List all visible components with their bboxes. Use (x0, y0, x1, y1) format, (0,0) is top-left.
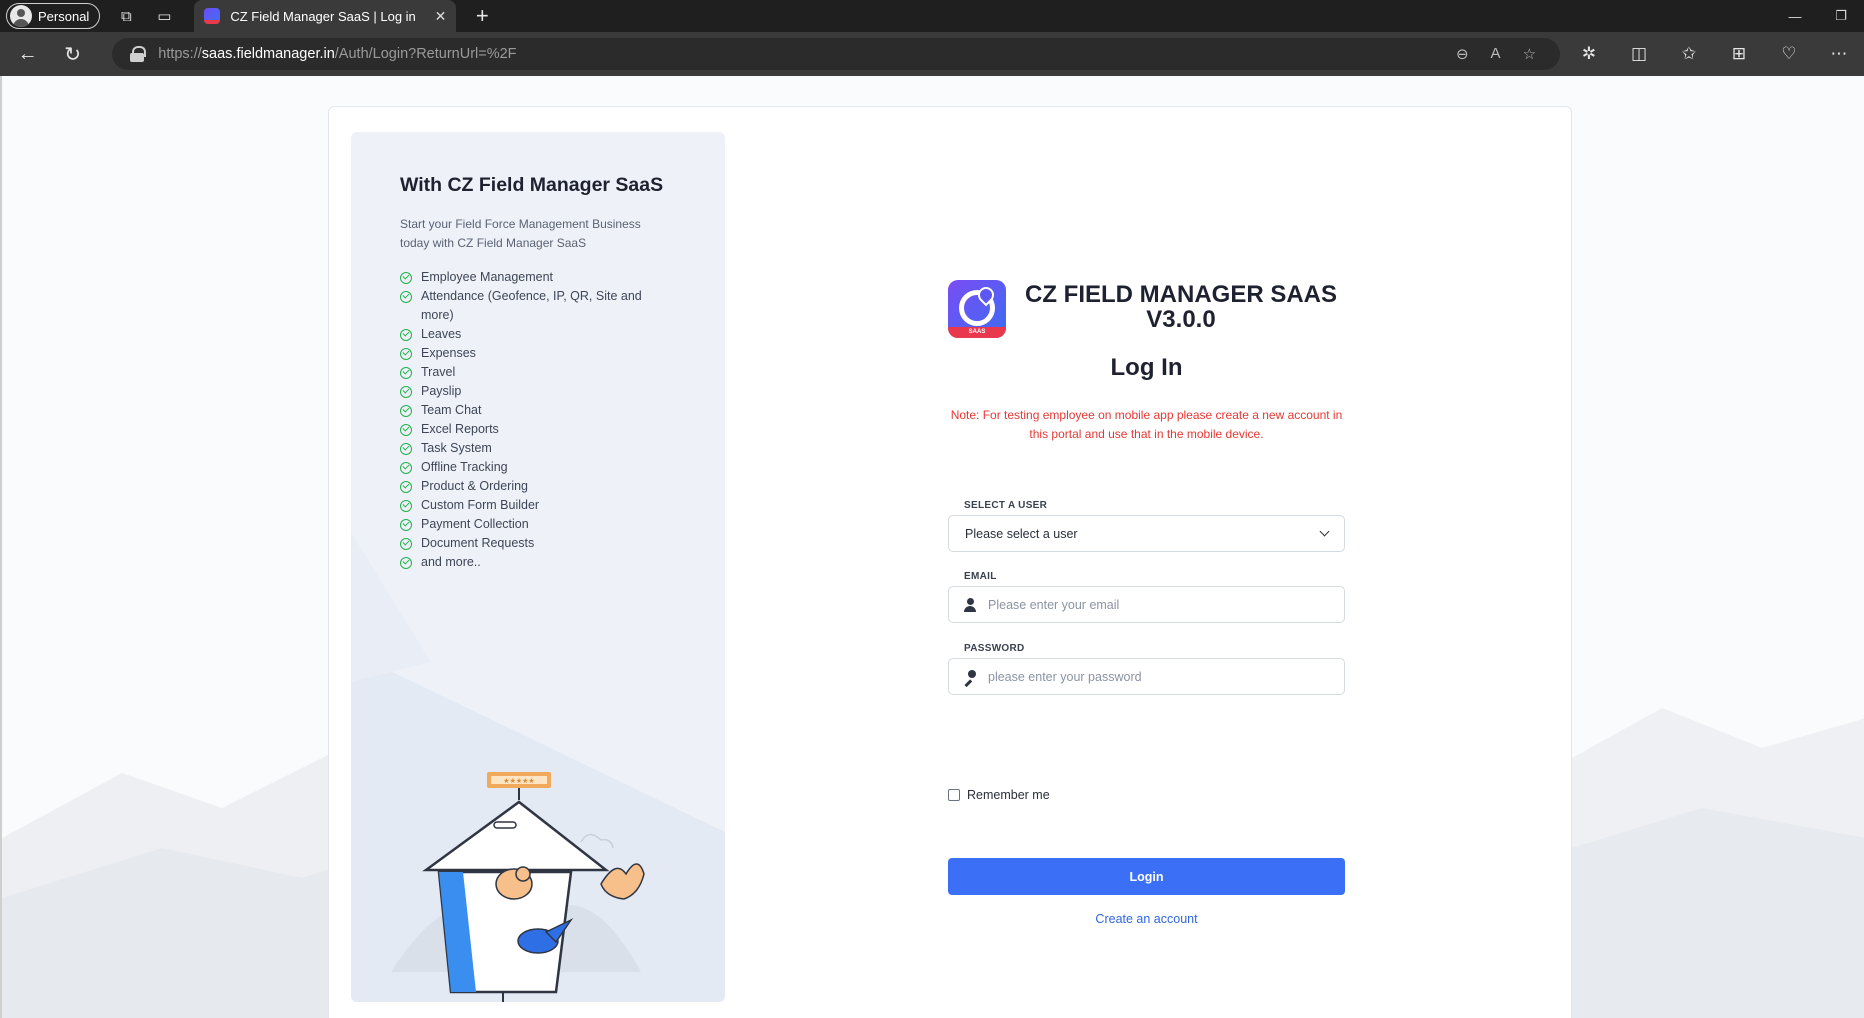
check-circle-icon (400, 347, 412, 360)
zoom-icon[interactable]: ⊖ (1456, 45, 1469, 63)
key-icon (963, 669, 977, 684)
favorite-star-icon[interactable]: ☆ (1523, 45, 1536, 63)
brand-name: CZ FIELD MANAGER SAAS V3.0.0 (1016, 282, 1346, 332)
extensions-icon[interactable]: ✲ (1564, 44, 1614, 64)
back-icon[interactable]: ← (8, 36, 47, 72)
vertical-tabs-icon[interactable]: ▭ (148, 0, 180, 32)
check-circle-icon (400, 518, 412, 531)
create-account-link[interactable]: Create an account (948, 912, 1345, 926)
check-circle-icon (400, 366, 412, 379)
collections-icon[interactable]: ⊞ (1714, 44, 1764, 64)
url-host: saas.fieldmanager.in (201, 46, 335, 62)
favorites-icon[interactable]: ✩ (1664, 44, 1714, 64)
svg-text:★★★★★: ★★★★★ (503, 777, 534, 785)
split-screen-icon[interactable]: ◫ (1614, 44, 1664, 64)
check-circle-icon (400, 290, 412, 303)
login-button[interactable]: Login (948, 858, 1345, 895)
page-title: Log In (1110, 354, 1183, 381)
profile-label: Personal (38, 8, 90, 24)
user-select[interactable]: Please select a user (948, 515, 1345, 552)
more-menu-icon[interactable]: ⋯ (1814, 44, 1864, 64)
feature-item: Employee Management (400, 268, 670, 287)
promo-title: With CZ Field Manager SaaS (400, 174, 664, 196)
window-controls: — ❐ (1772, 0, 1864, 32)
tab-active[interactable]: CZ Field Manager SaaS | Log in ✕ (194, 0, 457, 32)
check-circle-icon (400, 499, 412, 512)
chevron-down-icon (1319, 526, 1330, 537)
url-scheme: https:// (158, 46, 202, 62)
feature-item: Expenses (400, 344, 670, 363)
check-circle-icon (400, 442, 412, 455)
profile-button[interactable]: Personal (6, 3, 101, 29)
workspaces-icon[interactable]: ⧉ (110, 0, 142, 32)
feature-item: Product & Ordering (400, 477, 670, 496)
tab-favicon-icon (204, 8, 221, 24)
browser-tab-bar: Personal ⧉ ▭ CZ Field Manager SaaS | Log… (0, 0, 1864, 32)
address-bar-row: ← ↻ https://saas.fieldmanager.in/Auth/Lo… (0, 32, 1864, 76)
tab-title: CZ Field Manager SaaS | Log in (230, 8, 416, 24)
check-circle-icon (400, 480, 412, 493)
restore-icon[interactable]: ❐ (1818, 0, 1864, 32)
feature-item: Excel Reports (400, 420, 670, 439)
check-circle-icon (400, 423, 412, 436)
brand-line-2: V3.0.0 (1146, 306, 1216, 333)
feature-item: Task System (400, 439, 670, 458)
user-icon (963, 597, 977, 612)
page-viewport (0, 76, 1864, 1018)
feature-item: Leaves (400, 325, 670, 344)
check-circle-icon (400, 404, 412, 417)
remember-me[interactable]: Remember me (948, 788, 1050, 802)
new-tab-icon[interactable]: + (468, 3, 496, 29)
browser-essentials-icon[interactable]: ♡ (1764, 44, 1814, 64)
birdhouse-illustration: ★★★★★ (351, 532, 725, 1002)
read-aloud-icon[interactable]: A (1491, 45, 1501, 63)
url-path: /Auth/Login?ReturnUrl=%2F (334, 46, 517, 62)
lock-icon[interactable] (130, 46, 147, 62)
feature-item: Attendance (Geofence, IP, QR, Site and m… (400, 287, 670, 325)
testing-note: Note: For testing employee on mobile app… (950, 408, 1343, 441)
check-circle-icon (400, 328, 412, 341)
feature-item: Payslip (400, 382, 670, 401)
profile-avatar-icon (10, 5, 32, 27)
check-circle-icon (400, 271, 412, 284)
promo-subtitle: Start your Field Force Management Busine… (400, 217, 641, 250)
feature-item: Custom Form Builder (400, 496, 670, 515)
password-placeholder: please enter your password (988, 669, 1142, 684)
feature-item: Travel (400, 363, 670, 382)
url-field[interactable]: https://saas.fieldmanager.in/Auth/Login?… (112, 38, 1561, 70)
feature-list: Employee Management Attendance (Geofence… (400, 268, 670, 572)
refresh-icon[interactable]: ↻ (53, 36, 92, 72)
email-label: EMAIL (964, 571, 997, 582)
check-circle-icon (400, 461, 412, 474)
email-placeholder: Please enter your email (988, 597, 1120, 612)
user-select-value: Please select a user (965, 526, 1078, 541)
tab-close-icon[interactable]: ✕ (435, 8, 447, 25)
select-user-label: SELECT A USER (964, 500, 1048, 511)
brand-line-1: CZ FIELD MANAGER SAAS (1025, 281, 1337, 308)
promo-panel: With CZ Field Manager SaaS Start your Fi… (351, 132, 725, 1002)
minimize-icon[interactable]: — (1772, 0, 1818, 32)
email-field[interactable]: Please enter your email (948, 586, 1345, 623)
remember-me-checkbox[interactable] (948, 789, 960, 801)
login-form: SAAS CZ FIELD MANAGER SAAS V3.0.0 Log In… (948, 76, 1345, 1016)
check-circle-icon (400, 385, 412, 398)
remember-me-label: Remember me (967, 788, 1050, 802)
feature-item: Team Chat (400, 401, 670, 420)
password-label: PASSWORD (964, 643, 1025, 654)
logo-badge: SAAS (948, 327, 1006, 338)
feature-item: Offline Tracking (400, 458, 670, 477)
app-logo: SAAS (948, 280, 1006, 338)
password-field[interactable]: please enter your password (948, 658, 1345, 695)
